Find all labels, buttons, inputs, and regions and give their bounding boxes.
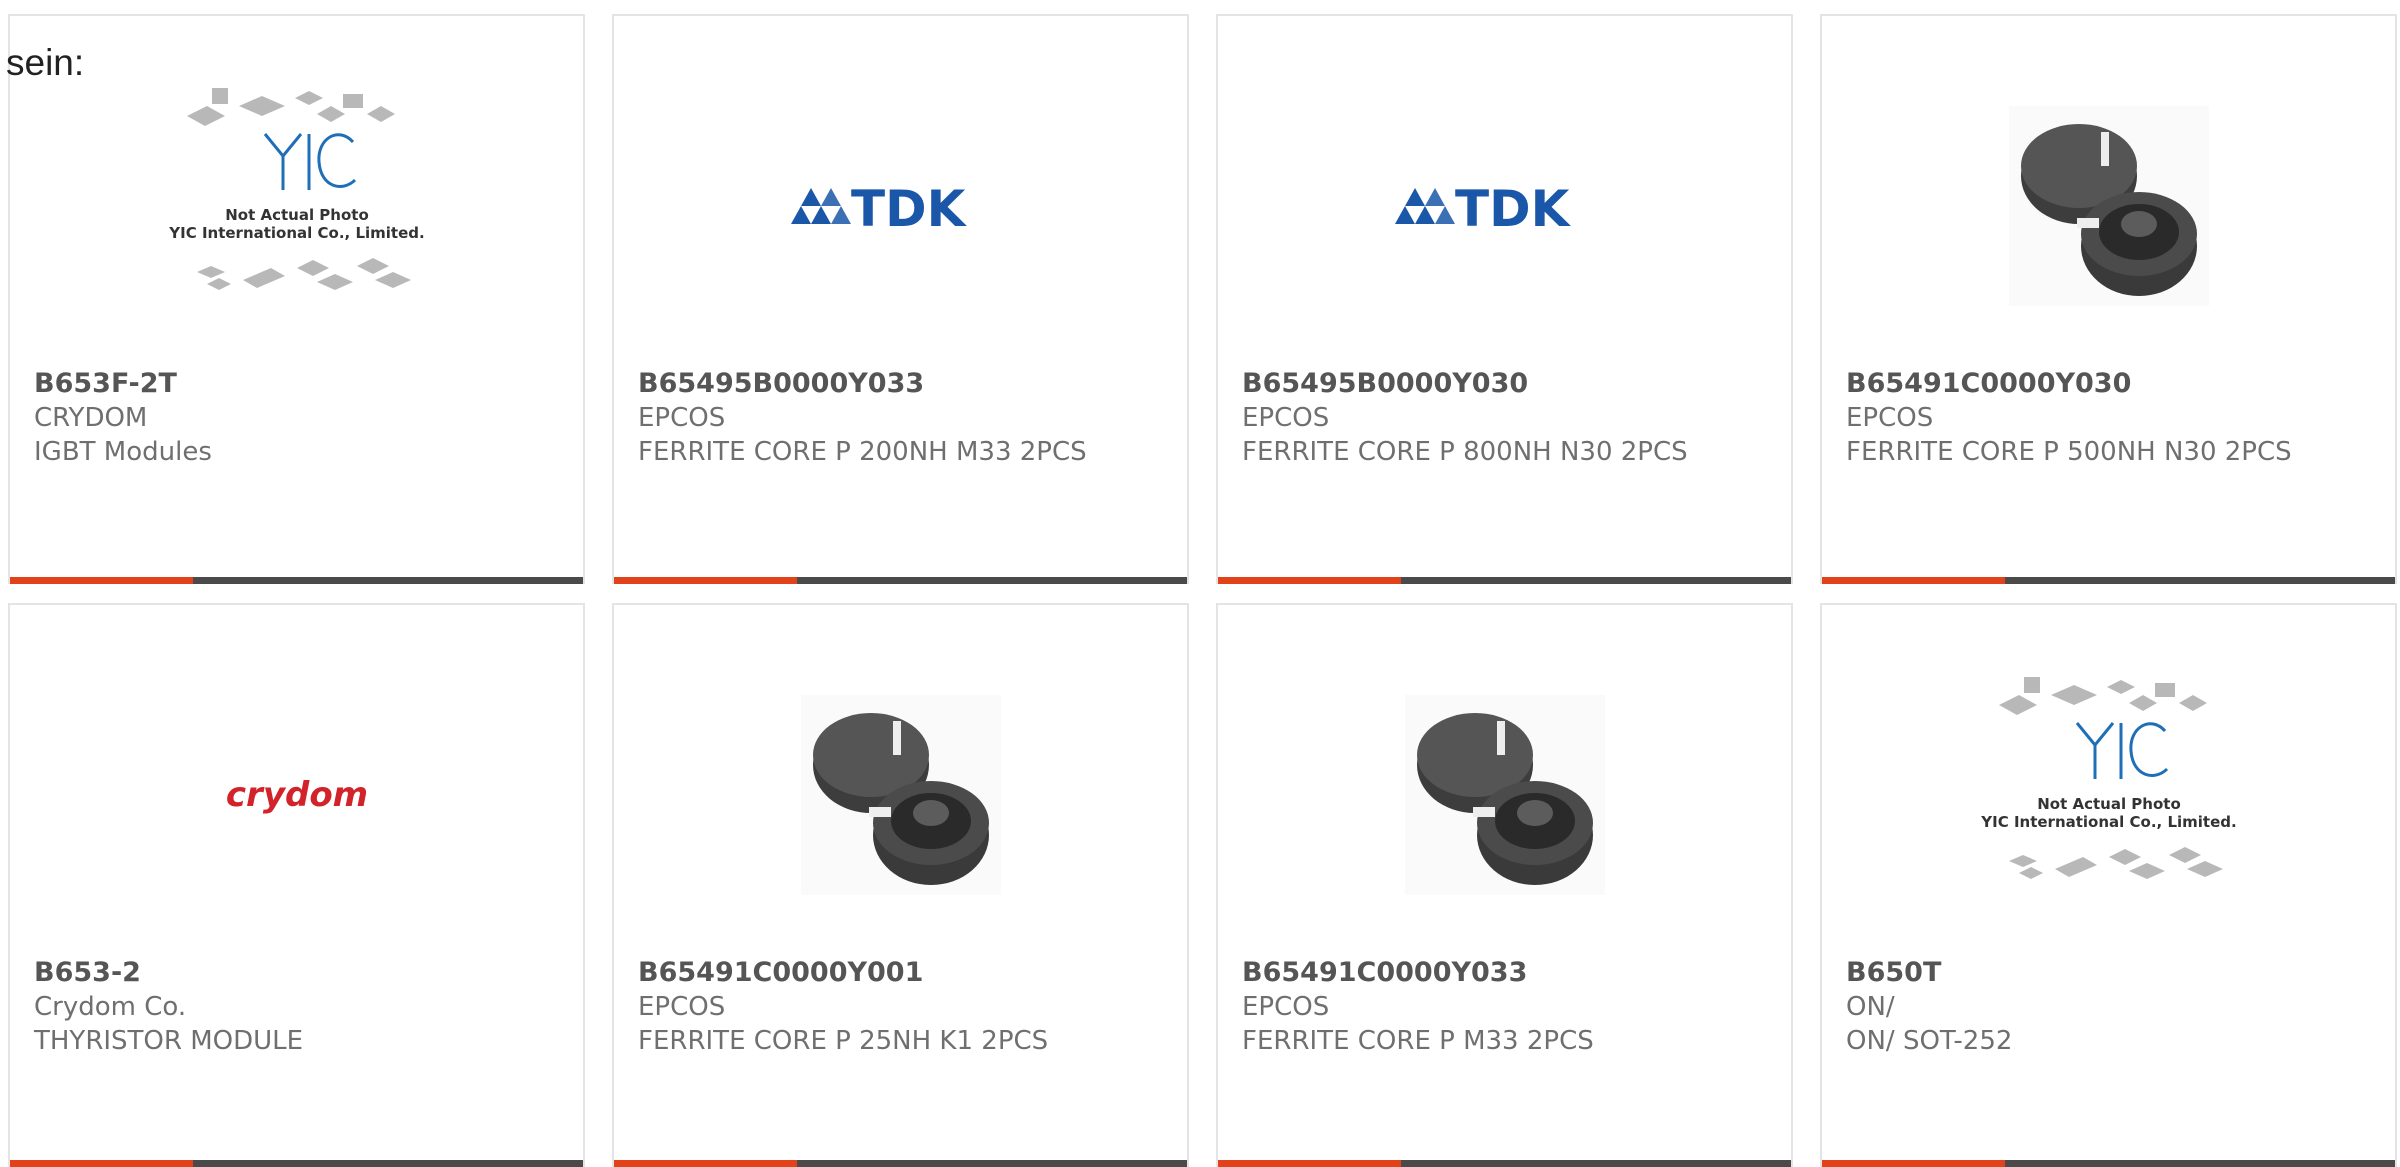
card-bottom-bar (10, 1160, 583, 1167)
card-bottom-bar (1822, 1160, 2395, 1167)
placeholder-image: Not Actual Photo YIC International Co., … (168, 88, 424, 290)
part-number-link[interactable]: B653-2 (34, 956, 571, 990)
product-card[interactable]: TDK B65495B0000Y033 EPCOS FERRITE CORE P… (612, 14, 1189, 584)
product-card[interactable]: crydom B653-2 Crydom Co. THYRISTOR MODUL… (8, 603, 585, 1167)
part-number-link[interactable]: B650T (1846, 956, 2383, 990)
card-bottom-bar (1218, 577, 1791, 584)
product-card[interactable]: TDK B65495B0000Y030 EPCOS FERRITE CORE P… (1216, 14, 1793, 584)
part-number-link[interactable]: B65491C0000Y030 (1846, 367, 2383, 401)
tdk-logo-text: TDK (1455, 180, 1572, 236)
tdk-logo: TDK (1394, 180, 1572, 236)
placeholder-image: Not Actual Photo YIC International Co., … (1980, 677, 2236, 879)
product-card[interactable]: B65491C0000Y033 EPCOS FERRITE CORE P M33… (1216, 603, 1793, 1167)
product-image[interactable]: TDK (614, 46, 1187, 366)
manufacturer: ON/ (1846, 992, 1895, 1022)
product-description: IGBT Modules (34, 437, 212, 467)
manufacturer: EPCOS (638, 992, 726, 1022)
manufacturer: EPCOS (1242, 403, 1330, 433)
product-description: FERRITE CORE P M33 2PCS (1242, 1026, 1594, 1056)
card-bottom-bar (1822, 577, 2395, 584)
manufacturer: CRYDOM (34, 403, 148, 433)
product-description: FERRITE CORE P 500NH N30 2PCS (1846, 437, 2292, 467)
product-image[interactable]: crydom (10, 635, 583, 955)
product-description: ON/ SOT-252 (1846, 1026, 2013, 1056)
card-bottom-bar (10, 577, 583, 584)
part-number-link[interactable]: B65495B0000Y030 (1242, 367, 1779, 401)
ferrite-core-photo (2008, 106, 2209, 306)
product-image[interactable] (1822, 46, 2395, 366)
crydom-logo-text: crydom (225, 775, 367, 815)
ferrite-core-photo (1404, 695, 1605, 895)
card-bottom-bar (614, 1160, 1187, 1167)
ferrite-core-photo (800, 695, 1001, 895)
product-image[interactable]: Not Actual Photo YIC International Co., … (10, 46, 583, 366)
product-image[interactable] (1218, 635, 1791, 955)
manufacturer: EPCOS (1846, 403, 1934, 433)
product-card[interactable]: Not Actual Photo YIC International Co., … (8, 14, 585, 584)
product-image[interactable]: Not Actual Photo YIC International Co., … (1822, 635, 2395, 955)
intro-text: sein: (6, 42, 85, 83)
product-description: THYRISTOR MODULE (34, 1026, 304, 1056)
part-number-link[interactable]: B65495B0000Y033 (638, 367, 1175, 401)
product-description: FERRITE CORE P 25NH K1 2PCS (638, 1026, 1049, 1056)
product-description: FERRITE CORE P 200NH M33 2PCS (638, 437, 1087, 467)
product-description: FERRITE CORE P 800NH N30 2PCS (1242, 437, 1688, 467)
crydom-logo: crydom (225, 775, 367, 815)
part-number-link[interactable]: B653F-2T (34, 367, 571, 401)
tdk-logo: TDK (790, 180, 968, 236)
part-number-link[interactable]: B65491C0000Y033 (1242, 956, 1779, 990)
product-image[interactable]: TDK (1218, 46, 1791, 366)
tdk-logo-text: TDK (851, 180, 968, 236)
placeholder-caption-1: Not Actual Photo (225, 206, 369, 224)
product-image[interactable] (614, 635, 1187, 955)
card-bottom-bar (1218, 1160, 1791, 1167)
product-card[interactable]: B65491C0000Y030 EPCOS FERRITE CORE P 500… (1820, 14, 2397, 584)
manufacturer: EPCOS (638, 403, 726, 433)
card-bottom-bar (614, 577, 1187, 584)
placeholder-caption-2: YIC International Co., Limited. (168, 224, 424, 242)
placeholder-caption-2: YIC International Co., Limited. (1980, 813, 2236, 831)
manufacturer: EPCOS (1242, 992, 1330, 1022)
product-card[interactable]: Not Actual Photo YIC International Co., … (1820, 603, 2397, 1167)
manufacturer: Crydom Co. (34, 992, 187, 1022)
placeholder-caption-1: Not Actual Photo (2037, 795, 2181, 813)
product-card[interactable]: B65491C0000Y001 EPCOS FERRITE CORE P 25N… (612, 603, 1189, 1167)
part-number-link[interactable]: B65491C0000Y001 (638, 956, 1175, 990)
